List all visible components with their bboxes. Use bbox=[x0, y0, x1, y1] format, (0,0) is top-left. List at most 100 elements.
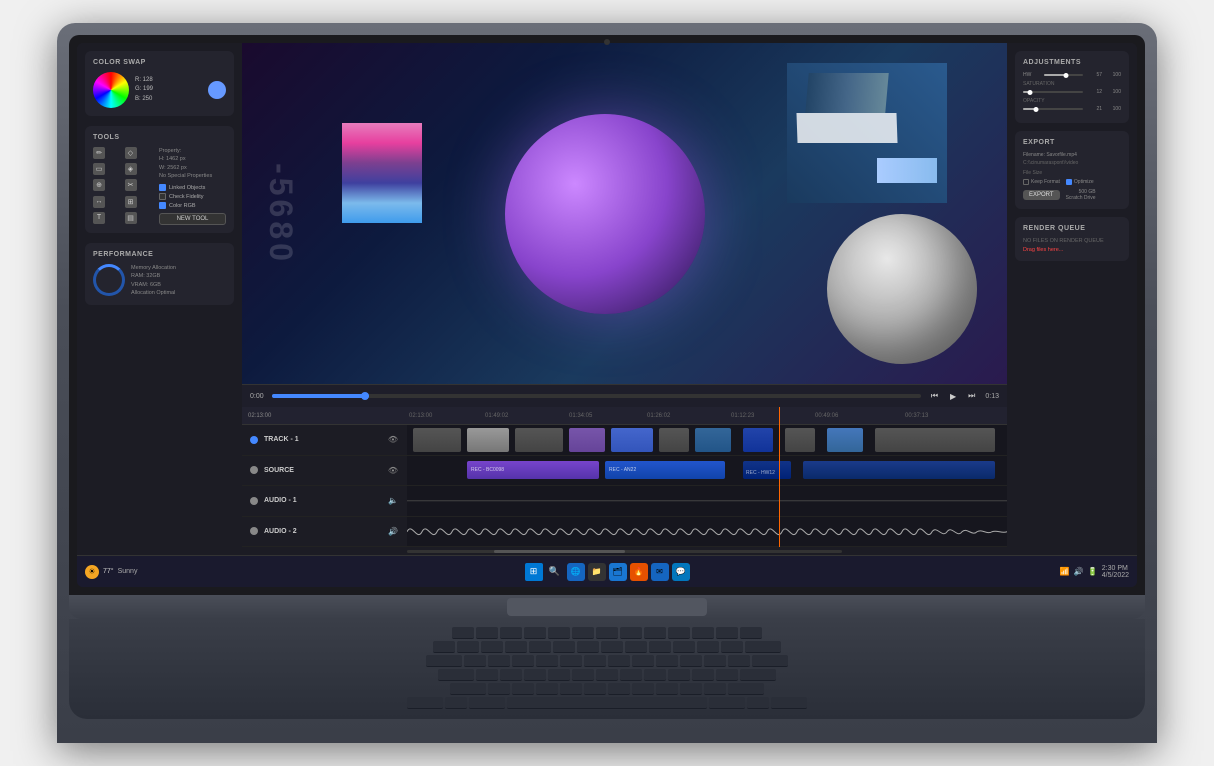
key-v[interactable] bbox=[560, 683, 582, 695]
key-rctrl[interactable] bbox=[771, 697, 807, 709]
key-5[interactable] bbox=[553, 641, 575, 653]
volume-icon[interactable]: 🔊 bbox=[1074, 567, 1084, 576]
transport-play[interactable]: ▶ bbox=[948, 390, 958, 403]
key-f11[interactable] bbox=[716, 627, 738, 639]
key-f4[interactable] bbox=[548, 627, 570, 639]
key-w[interactable] bbox=[488, 655, 510, 667]
key-2[interactable] bbox=[481, 641, 503, 653]
key-f7[interactable] bbox=[620, 627, 642, 639]
key-3[interactable] bbox=[505, 641, 527, 653]
transport-next[interactable]: ⏭ bbox=[966, 389, 977, 403]
key-f3[interactable] bbox=[524, 627, 546, 639]
key-9[interactable] bbox=[649, 641, 671, 653]
key-f12[interactable] bbox=[740, 627, 762, 639]
key-caps[interactable] bbox=[438, 669, 474, 681]
track-speaker-icon-1[interactable]: 🔈 bbox=[387, 495, 399, 507]
key-f5[interactable] bbox=[572, 627, 594, 639]
key-u[interactable] bbox=[608, 655, 630, 667]
tool-rect[interactable]: ▭ bbox=[93, 163, 105, 175]
taskbar-center[interactable]: ⊞ 🔍 🌐 📁 🗂 🔥 ✉ 💬 bbox=[525, 563, 690, 581]
progress-bar[interactable] bbox=[272, 394, 921, 398]
adj-hw-slider[interactable] bbox=[1044, 74, 1083, 76]
key-h[interactable] bbox=[596, 669, 618, 681]
key-comma[interactable] bbox=[656, 683, 678, 695]
key-z[interactable] bbox=[488, 683, 510, 695]
checkbox-linked-box[interactable] bbox=[159, 184, 166, 191]
key-f10[interactable] bbox=[692, 627, 714, 639]
key-i[interactable] bbox=[632, 655, 654, 667]
key-s[interactable] bbox=[500, 669, 522, 681]
key-tab[interactable] bbox=[426, 655, 462, 667]
key-8[interactable] bbox=[625, 641, 647, 653]
export-format-box[interactable] bbox=[1023, 179, 1029, 185]
key-f[interactable] bbox=[548, 669, 570, 681]
tool-zoom[interactable]: ⊕ bbox=[93, 179, 105, 191]
key-f1[interactable] bbox=[476, 627, 498, 639]
key-f9[interactable] bbox=[668, 627, 690, 639]
export-optimize-box[interactable] bbox=[1066, 179, 1072, 185]
key-6[interactable] bbox=[577, 641, 599, 653]
key-period[interactable] bbox=[680, 683, 702, 695]
taskbar-app-3[interactable]: 🗂 bbox=[609, 563, 627, 581]
key-semicolon[interactable] bbox=[692, 669, 714, 681]
taskbar-app-6[interactable]: 💬 bbox=[672, 563, 690, 581]
key-k[interactable] bbox=[644, 669, 666, 681]
adj-opacity-slider[interactable] bbox=[1023, 108, 1083, 110]
timeline-scrollbar[interactable] bbox=[242, 547, 1007, 555]
track-eye-icon-1[interactable]: 👁 bbox=[387, 434, 399, 446]
key-7[interactable] bbox=[601, 641, 623, 653]
track-eye-icon-source[interactable]: 👁 bbox=[387, 464, 399, 476]
key-t[interactable] bbox=[560, 655, 582, 667]
key-p[interactable] bbox=[680, 655, 702, 667]
key-r[interactable] bbox=[536, 655, 558, 667]
tool-pen[interactable]: ✏ bbox=[93, 147, 105, 159]
key-backspace[interactable] bbox=[745, 641, 781, 653]
key-menu[interactable] bbox=[747, 697, 769, 709]
tool-misc[interactable]: ⊞ bbox=[125, 196, 137, 208]
key-lbracket[interactable] bbox=[704, 655, 726, 667]
key-n[interactable] bbox=[608, 683, 630, 695]
key-y[interactable] bbox=[584, 655, 606, 667]
taskbar-app-5[interactable]: ✉ bbox=[651, 563, 669, 581]
track-speaker-icon-2[interactable]: 🔊 bbox=[387, 525, 399, 537]
new-tool-button[interactable]: NEW TOOL bbox=[159, 213, 226, 225]
key-a[interactable] bbox=[476, 669, 498, 681]
key-l[interactable] bbox=[668, 669, 690, 681]
key-m[interactable] bbox=[632, 683, 654, 695]
key-slash[interactable] bbox=[704, 683, 726, 695]
key-backtick[interactable] bbox=[433, 641, 455, 653]
track-row-1[interactable] bbox=[407, 425, 1007, 456]
key-space[interactable] bbox=[507, 697, 707, 709]
key-b[interactable] bbox=[584, 683, 606, 695]
preview-area[interactable]: -5680 bbox=[242, 43, 1007, 384]
key-quote[interactable] bbox=[716, 669, 738, 681]
checkbox-fidelity-box[interactable] bbox=[159, 193, 166, 200]
tool-grid[interactable]: ▤ bbox=[125, 212, 137, 224]
key-d[interactable] bbox=[524, 669, 546, 681]
scrollbar-thumb[interactable] bbox=[494, 550, 625, 553]
tool-move[interactable]: ↔ bbox=[93, 196, 105, 208]
trackpad[interactable] bbox=[507, 598, 707, 616]
key-g[interactable] bbox=[572, 669, 594, 681]
key-1[interactable] bbox=[457, 641, 479, 653]
track-row-source[interactable]: REC - BC0098 REC - AN22 REC - HW12 bbox=[407, 456, 1007, 487]
key-backslash[interactable] bbox=[752, 655, 788, 667]
track-row-audio2[interactable] bbox=[407, 517, 1007, 548]
windows-icon[interactable]: ⊞ bbox=[525, 563, 543, 581]
key-rshift[interactable] bbox=[728, 683, 764, 695]
tool-eraser[interactable]: ◇ bbox=[125, 147, 137, 159]
taskbar-app-4[interactable]: 🔥 bbox=[630, 563, 648, 581]
color-preview[interactable] bbox=[208, 81, 226, 99]
taskbar-app-2[interactable]: 📁 bbox=[588, 563, 606, 581]
key-0[interactable] bbox=[673, 641, 695, 653]
key-4[interactable] bbox=[529, 641, 551, 653]
key-e[interactable] bbox=[512, 655, 534, 667]
key-o[interactable] bbox=[656, 655, 678, 667]
key-rbracket[interactable] bbox=[728, 655, 750, 667]
tool-shape[interactable]: ◈ bbox=[125, 163, 137, 175]
key-enter[interactable] bbox=[740, 669, 776, 681]
render-drag-msg[interactable]: Drag files here... bbox=[1023, 247, 1121, 253]
key-lshift[interactable] bbox=[450, 683, 486, 695]
adj-sat-slider[interactable] bbox=[1023, 91, 1083, 93]
tool-text[interactable]: T bbox=[93, 212, 105, 224]
